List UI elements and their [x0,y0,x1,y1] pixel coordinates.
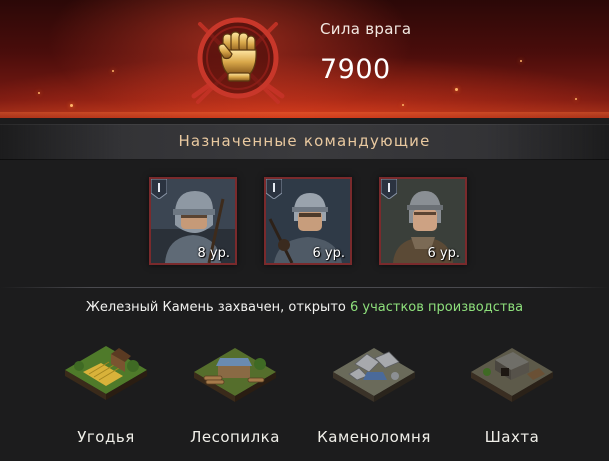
commander-card-1[interactable]: 8 ур. [149,177,237,265]
mine-icon [471,348,553,402]
section-divider [0,287,609,288]
enemy-power-banner [0,0,609,118]
capture-message: Железный Камень захвачен, открыто 6 учас… [0,300,609,315]
building-quarry[interactable]: Каменоломня [309,336,439,456]
farmland-icon [65,346,147,400]
commanders-section-title: Назначенные командующие [178,132,431,150]
fist-icon [186,4,290,112]
commander-level: 8 ур. [197,246,230,261]
rank-badge-icon [266,179,282,199]
enemy-power-value: 7900 [320,54,391,85]
building-label: Каменоломня [317,428,431,446]
commander-card-2[interactable]: 6 ур. [264,177,352,265]
capture-message-text: Железный Камень захвачен, открыто [85,300,350,315]
sawmill-icon [194,348,276,402]
building-label: Шахта [484,428,540,446]
rank-badge-icon [381,179,397,199]
banner-glow-edge [0,112,609,118]
quarry-icon [333,348,415,402]
ember-particle [112,70,114,72]
building-mine[interactable]: Шахта [447,336,577,456]
building-sawmill[interactable]: Лесопилка [170,336,300,456]
ember-particle [402,104,404,106]
commander-level: 6 ур. [312,246,345,261]
commander-level: 6 ур. [427,246,460,261]
ember-particle [38,92,40,94]
ember-particle [520,60,522,62]
ember-particle [70,104,73,107]
production-sites-count: 6 участков производства [349,300,524,315]
rank-badge-icon [151,179,167,199]
commander-card-3[interactable]: 6 ур. [379,177,467,265]
building-label: Угодья [77,428,135,446]
ember-particle [575,98,577,100]
enemy-power-label: Сила врага [320,20,412,38]
ember-particle [455,88,458,91]
building-farmland[interactable]: Угодья [41,336,171,456]
building-label: Лесопилка [190,428,280,446]
